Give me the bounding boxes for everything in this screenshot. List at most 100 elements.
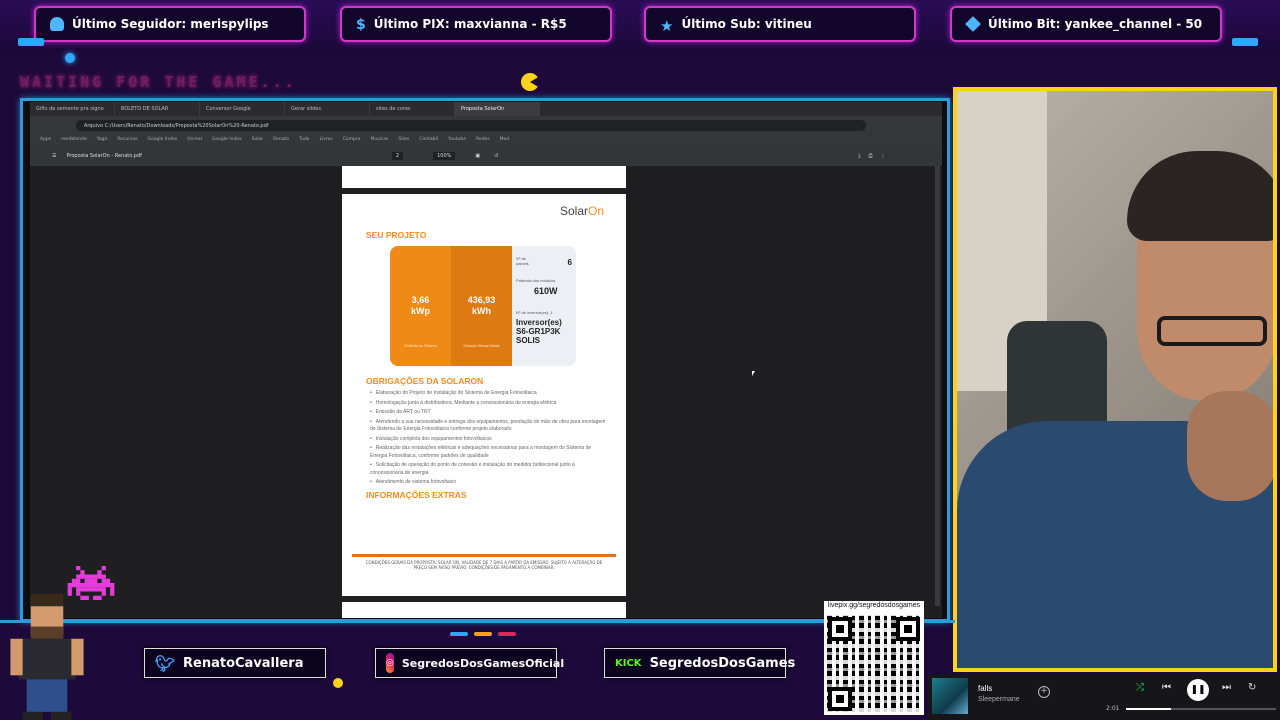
list-item: Emissão da ART ou TRT xyxy=(370,409,606,417)
dash xyxy=(450,632,468,636)
bookmark[interactable]: Redes xyxy=(476,137,490,143)
blue-dot xyxy=(65,53,75,63)
dash xyxy=(498,632,516,636)
footer-rule xyxy=(352,554,616,557)
bookmark[interactable]: Solar xyxy=(252,137,263,143)
rotate-icon[interactable]: ↺ xyxy=(494,153,498,159)
project-specs-card: Nº de painéis 6 Potência dos módulos 610… xyxy=(512,246,576,366)
pdf-page-next xyxy=(342,602,626,618)
bookmark[interactable]: Google Index xyxy=(148,137,178,143)
add-icon[interactable]: + xyxy=(1038,686,1050,698)
alert-last-sub: ★ Último Sub: vitineu xyxy=(644,6,916,42)
bookmark[interactable]: Compra xyxy=(343,137,361,143)
browser-tab[interactable]: Gifts de semente pra signo xyxy=(30,102,115,116)
alert-last-pix: $ Último PIX: maxvianna - R$5 xyxy=(340,6,612,42)
pixel-character-icon xyxy=(10,594,84,720)
fit-page-icon[interactable]: ▣ xyxy=(475,153,480,159)
instagram-handle[interactable]: ◎ SegredosDosGamesOficial xyxy=(375,648,564,678)
bookmark[interactable]: Youtube xyxy=(448,137,466,143)
print-icon[interactable]: ⎙ xyxy=(869,153,873,159)
bookmark[interactable]: Yago xyxy=(97,137,108,143)
alert-last-follower: Último Seguidor: merispylips xyxy=(34,6,306,42)
menu-icon[interactable]: ☰ xyxy=(52,153,56,159)
panels-value: 6 xyxy=(567,258,572,267)
progress-bar[interactable] xyxy=(1126,708,1276,710)
bookmark[interactable]: Apps xyxy=(40,137,51,143)
pdf-filename: Proposta SolarOn - Renato.pdf xyxy=(66,153,142,159)
monthly-energy: 436,93 kWh Geração Mensal Média xyxy=(451,246,512,366)
bookmark[interactable]: Unreal xyxy=(187,137,202,143)
mouse-cursor xyxy=(752,371,755,376)
elapsed-time: 2:01 xyxy=(1106,705,1120,712)
social-handle: RenatoCavallera xyxy=(183,655,304,671)
page-indicator[interactable]: 2 xyxy=(391,152,404,160)
social-handle: SegredosDosGamesOficial xyxy=(401,656,565,670)
bookmark[interactable]: nerdblonde xyxy=(61,137,87,143)
bookmark[interactable]: Tudo xyxy=(299,137,310,143)
user-icon xyxy=(50,17,64,31)
bookmark[interactable]: Google Index xyxy=(212,137,242,143)
power-value: 3,66 kWp xyxy=(411,295,430,316)
instagram-icon: ◎ xyxy=(386,653,394,673)
pause-icon[interactable]: ❚❚ xyxy=(1187,679,1209,701)
address-bar[interactable]: Arquivo C:/Users/Renato/Downloads/Propos… xyxy=(76,119,866,131)
kick-icon: KICK xyxy=(615,657,642,669)
list-item: Atendendo a sua necessidade e entrega do… xyxy=(370,419,606,434)
browser-tab[interactable]: Conversor Google xyxy=(200,102,285,116)
section-obligations-title: OBRIGAÇÕES DA SOLARON xyxy=(366,376,484,386)
dollar-icon: $ xyxy=(356,17,366,33)
dash xyxy=(474,632,492,636)
browser-tab[interactable]: Gerar slides xyxy=(285,102,370,116)
separator-dashes xyxy=(450,632,516,636)
scrollbar[interactable] xyxy=(935,166,940,606)
section-project-title: SEU PROJETO xyxy=(366,230,427,240)
zoom-level[interactable]: 100% xyxy=(433,152,456,160)
previous-icon[interactable]: ⏮ xyxy=(1162,682,1171,693)
section-extras-title: INFORMAÇÕES EXTRAS xyxy=(366,490,467,500)
qr-finder xyxy=(828,687,852,711)
module-value: 610W xyxy=(534,286,558,296)
qr-finder xyxy=(896,617,920,641)
bookmark[interactable]: Renato xyxy=(273,137,289,143)
list-item: Elaboração do Projeto de Instalação do S… xyxy=(370,390,606,398)
music-player: falls Sleepermane + ⤮ ⏮ ❚❚ ⏭ ↻ 2:01 xyxy=(928,674,1280,720)
bookmarks-bar: Apps nerdblonde Yago Recursos Google Ind… xyxy=(30,134,942,146)
bookmark[interactable]: Sites xyxy=(398,137,409,143)
song-artist: Sleepermane xyxy=(978,696,1020,703)
bookmark[interactable]: Musicas xyxy=(370,137,388,143)
bookmark[interactable]: Livros xyxy=(319,137,332,143)
bookmark[interactable]: Mod xyxy=(500,137,510,143)
list-item: Homologação junto à distribuidora. Media… xyxy=(370,400,606,408)
footer-text: CONDIÇÕES GERAIS DA PROPOSTA: SOLAR ON. … xyxy=(365,560,603,570)
livepix-qr[interactable]: livepix.gg/segredosdosgames xyxy=(824,601,924,715)
browser-tab[interactable]: BOLETO DE SOLAR xyxy=(115,102,200,116)
waiting-text: WAITING FOR THE GAME... xyxy=(20,73,297,91)
pdf-toolbar: ☰ Proposta SolarOn - Renato.pdf 2 100% ▣… xyxy=(30,146,942,166)
download-icon[interactable]: ⤓ xyxy=(858,153,860,159)
alert-last-bit: Último Bit: yankee_channel - 50 xyxy=(950,6,1222,42)
next-icon[interactable]: ⏭ xyxy=(1222,682,1231,693)
qr-finder xyxy=(828,617,852,641)
qr-url-label: livepix.gg/segredosdosgames xyxy=(827,602,921,609)
pdf-page: SolarOn SEU PROJETO 3,66 kWp Potência do… xyxy=(342,194,626,596)
browser-tab-active[interactable]: Proposta SolarOn xyxy=(455,102,540,116)
energy-value: 436,93 kWh xyxy=(467,295,496,316)
shuffle-icon[interactable]: ⤮ xyxy=(1136,682,1144,693)
alert-label: Último Seguidor: merispylips xyxy=(72,17,269,31)
pdf-page-previous xyxy=(342,166,626,188)
inverter-model: Inversor(es) S6-GR1P3K SOLIS xyxy=(516,318,562,345)
repeat-icon[interactable]: ↻ xyxy=(1248,682,1256,693)
pacman-dot xyxy=(333,678,343,688)
bookmark[interactable]: Recursos xyxy=(117,137,137,143)
tab-strip: Gifts de semente pra signo BOLETO DE SOL… xyxy=(30,102,942,116)
alert-label: Último Sub: vitineu xyxy=(681,17,812,31)
pdf-viewport[interactable]: SolarOn SEU PROJETO 3,66 kWp Potência do… xyxy=(30,166,942,618)
diamond-icon xyxy=(965,16,981,32)
more-icon[interactable]: ⋮ xyxy=(881,153,886,159)
kick-handle[interactable]: KICK SegredosDosGames xyxy=(604,648,795,678)
browser-tab[interactable]: sites de cores xyxy=(370,102,455,116)
twitter-handle[interactable]: 🐦︎ RenatoCavallera xyxy=(144,648,326,678)
progress-fill xyxy=(1126,708,1171,710)
solaron-logo: SolarOn xyxy=(559,204,604,218)
bookmark[interactable]: Contabil xyxy=(419,137,438,143)
